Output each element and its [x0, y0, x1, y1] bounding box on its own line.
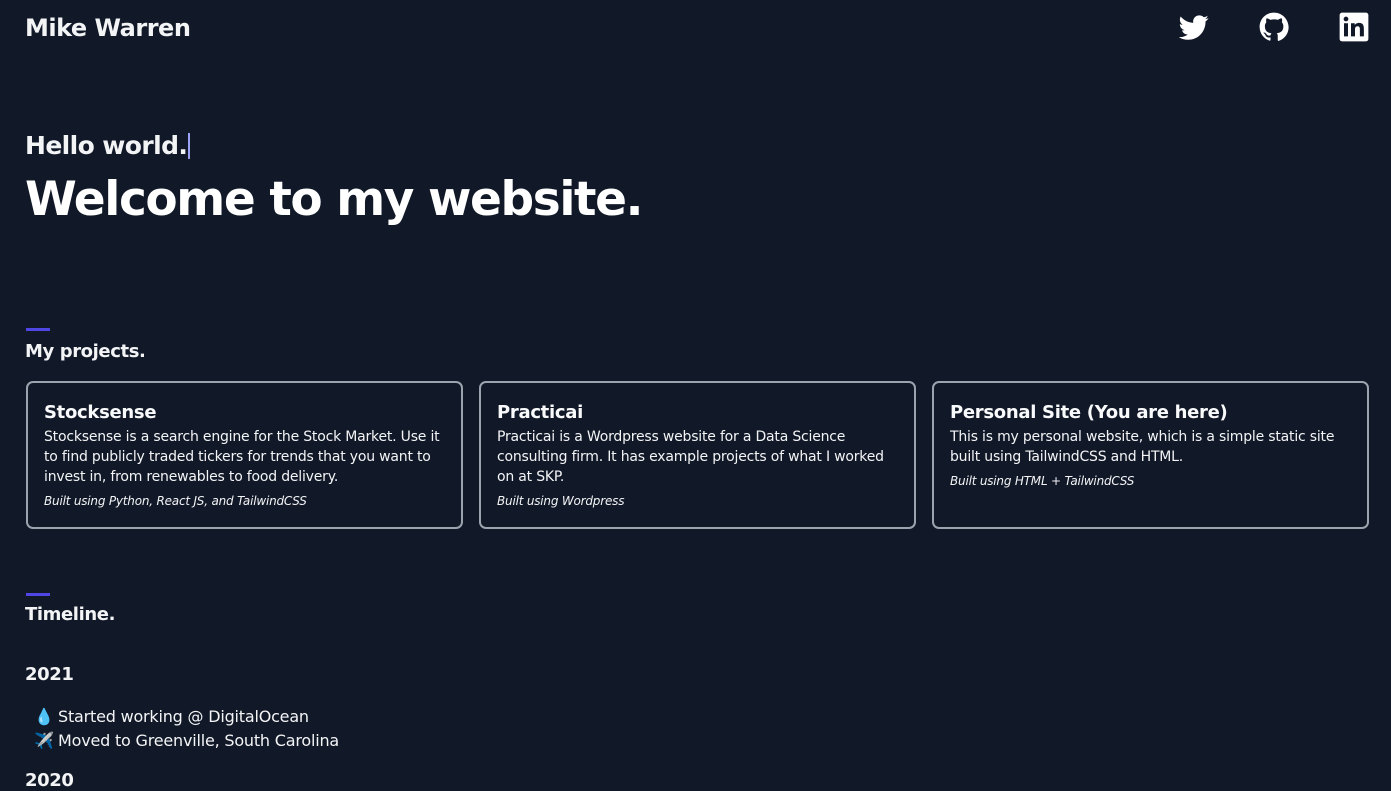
- project-title: Stocksense: [44, 402, 157, 423]
- site-title[interactable]: Mike Warren: [25, 14, 191, 42]
- github-link[interactable]: [1259, 12, 1289, 42]
- timeline-heading: Timeline.: [25, 604, 116, 625]
- social-links: [1179, 12, 1369, 42]
- greeting-text: Hello world.: [25, 131, 188, 160]
- typing-cursor: [188, 133, 191, 159]
- project-title: Practicai: [497, 402, 583, 423]
- linkedin-icon: [1339, 12, 1369, 42]
- timeline-event-text: Started working @ DigitalOcean: [58, 707, 309, 726]
- timeline-event: 💧 Started working @ DigitalOcean: [34, 705, 339, 729]
- project-card-personal-site[interactable]: Personal Site (You are here) This is my …: [932, 381, 1369, 529]
- projects-accent-bar: [26, 328, 50, 331]
- twitter-icon: [1179, 15, 1209, 40]
- project-card-practicai[interactable]: Practicai Practicai is a Wordpress websi…: [479, 381, 916, 529]
- project-card-stocksense[interactable]: Stocksense Stocksense is a search engine…: [26, 381, 463, 529]
- project-description: Stocksense is a search engine for the St…: [44, 429, 440, 485]
- project-description: Practicai is a Wordpress website for a D…: [497, 429, 884, 485]
- timeline-event: ✈️ Moved to Greenville, South Carolina: [34, 729, 339, 753]
- project-built-with: Built using HTML + TailwindCSS: [950, 474, 1135, 488]
- droplet-icon: 💧: [34, 707, 54, 726]
- project-built-with: Built using Wordpress: [497, 494, 625, 508]
- airplane-icon: ✈️: [34, 731, 54, 750]
- project-title: Personal Site (You are here): [950, 402, 1228, 423]
- timeline-year: 2020: [25, 770, 74, 791]
- timeline-event-text: Moved to Greenville, South Carolina: [58, 731, 339, 750]
- timeline-year: 2021: [25, 664, 74, 685]
- hero-greeting: Hello world.: [25, 131, 191, 160]
- projects-heading: My projects.: [25, 341, 146, 362]
- hero-headline: Welcome to my website.: [25, 172, 643, 227]
- github-icon: [1259, 12, 1289, 41]
- linkedin-link[interactable]: [1339, 12, 1369, 42]
- project-cards: Stocksense Stocksense is a search engine…: [26, 381, 1369, 529]
- project-description: This is my personal website, which is a …: [950, 429, 1335, 465]
- timeline-events: 💧 Started working @ DigitalOcean ✈️ Move…: [34, 705, 339, 753]
- twitter-link[interactable]: [1179, 12, 1209, 42]
- timeline-accent-bar: [26, 593, 50, 596]
- project-built-with: Built using Python, React JS, and Tailwi…: [44, 494, 307, 508]
